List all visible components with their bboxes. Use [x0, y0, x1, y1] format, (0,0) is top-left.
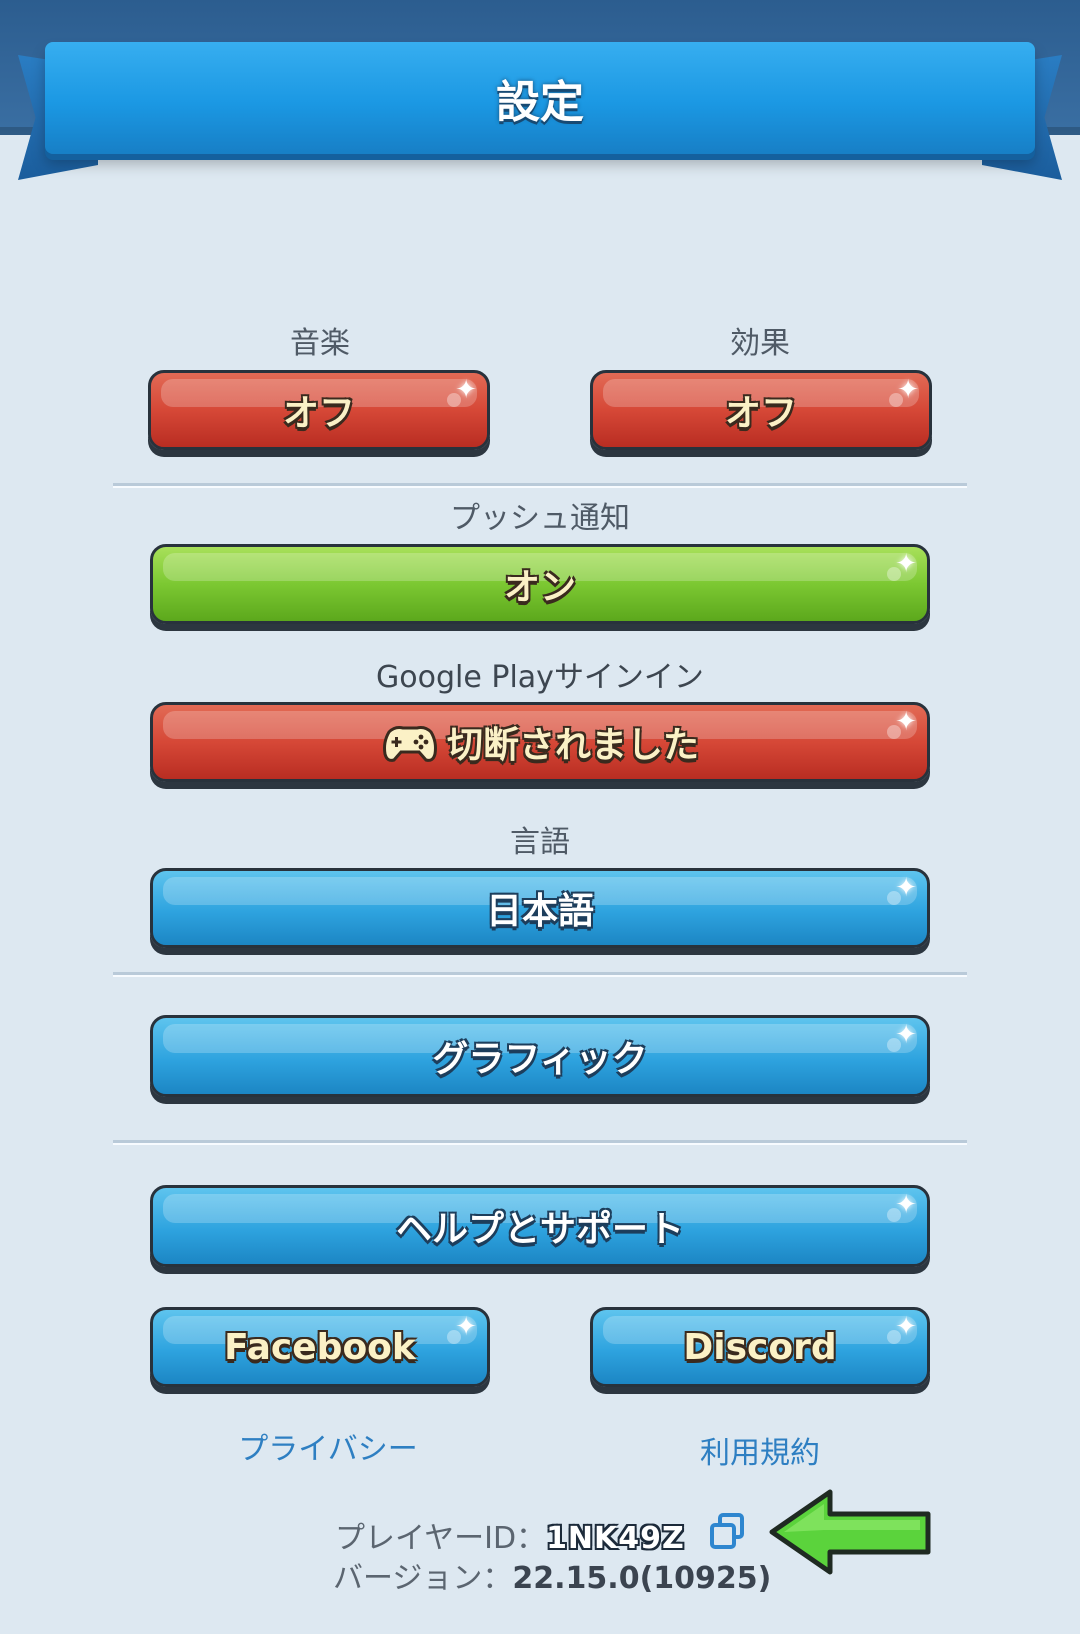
help-support-button[interactable]: ✦ ヘルプとサポート	[150, 1185, 930, 1267]
gamepad-icon	[381, 722, 439, 762]
title-ribbon: 設定	[45, 42, 1035, 154]
section-divider	[113, 483, 967, 488]
facebook-button-label: Facebook	[224, 1326, 416, 1368]
push-notification-toggle-button[interactable]: ✦ オン	[150, 544, 930, 624]
push-notification-label: プッシュ通知	[450, 501, 630, 536]
help-support-label: ヘルプとサポート	[395, 1209, 684, 1250]
sparkle-icon: ✦	[895, 707, 917, 737]
privacy-link[interactable]: プライバシー	[188, 1424, 468, 1468]
discord-button-label: Discord	[683, 1326, 837, 1368]
music-toggle-button[interactable]: ✦ オフ	[148, 370, 490, 450]
graphics-button-label: グラフィック	[432, 1039, 648, 1080]
terms-link[interactable]: 利用規約	[630, 1428, 890, 1472]
sparkle-icon: ✦	[897, 375, 919, 405]
sparkle-icon: ✦	[895, 1020, 917, 1050]
sparkle-icon: ✦	[455, 375, 477, 405]
music-toggle-label: オフ	[282, 393, 355, 434]
google-play-signin-button[interactable]: ✦ 切断されました	[150, 702, 930, 782]
google-play-label: Google Playサインイン	[376, 660, 704, 695]
effects-toggle-button[interactable]: ✦ オフ	[590, 370, 932, 450]
player-id-label: プレイヤーID：	[335, 1521, 547, 1556]
section-divider	[113, 972, 967, 977]
effects-label: 効果	[730, 326, 790, 361]
page-title: 設定	[496, 77, 584, 128]
effects-toggle-label: オフ	[724, 393, 797, 434]
google-play-status-label: 切断されました	[446, 725, 699, 766]
facebook-button[interactable]: ✦ Facebook	[150, 1307, 490, 1387]
language-value: 日本語	[485, 891, 594, 932]
sparkle-icon: ✦	[895, 1190, 917, 1220]
section-divider	[113, 1140, 967, 1145]
sparkle-icon: ✦	[895, 549, 917, 579]
language-label: 言語	[510, 825, 570, 860]
version-row: バージョン：22.15.0(10925)	[333, 1553, 771, 1597]
push-notification-toggle-label: オン	[503, 567, 576, 608]
sparkle-icon: ✦	[895, 1312, 917, 1342]
discord-button[interactable]: ✦ Discord	[590, 1307, 930, 1387]
version-label: バージョン：	[333, 1561, 513, 1596]
arrow-left-icon	[768, 1486, 934, 1582]
sparkle-icon: ✦	[895, 873, 917, 903]
graphics-button[interactable]: ✦ グラフィック	[150, 1015, 930, 1097]
player-id-value: 1NK49Z	[546, 1521, 685, 1556]
music-label: 音楽	[290, 326, 350, 361]
player-id-row: プレイヤーID：1NK49Z	[335, 1513, 685, 1557]
copy-icon[interactable]	[708, 1511, 748, 1555]
language-button[interactable]: ✦ 日本語	[150, 868, 930, 948]
sparkle-icon: ✦	[455, 1312, 477, 1342]
version-value: 22.15.0(10925)	[512, 1561, 772, 1596]
